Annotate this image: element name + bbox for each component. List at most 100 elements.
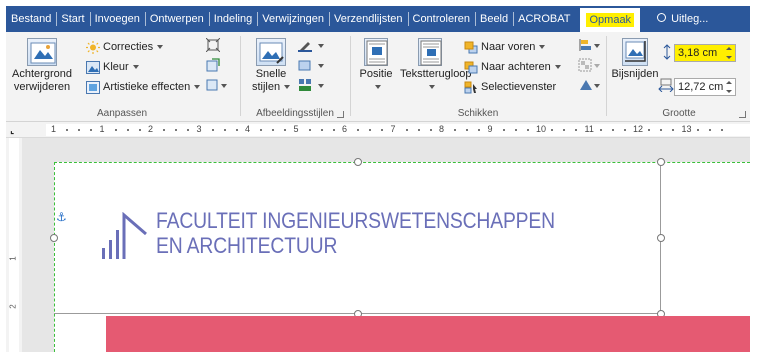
vertical-ruler-number: 1 (8, 256, 18, 261)
group-label-schikken: Schikken (457, 108, 499, 119)
ruler-tick (466, 129, 469, 131)
ruler-tick (114, 129, 117, 131)
ruler-tick (454, 129, 457, 131)
width-spinner-icon[interactable] (725, 80, 734, 94)
shape-width-input[interactable]: 12,72 cm (674, 78, 736, 96)
horizontal-ruler[interactable]: ⌞ 1 1 2 3 4 5 6 7 8 9 10 11 12 13 (6, 122, 750, 138)
quick-styles-label-2-text: stijlen (251, 81, 281, 93)
ruler-number: 13 (681, 124, 692, 134)
send-backward-button[interactable]: Naar achteren (464, 58, 561, 76)
ruler-tick (235, 129, 238, 131)
ruler-number: 9 (487, 124, 493, 134)
tab-acrobat[interactable]: ACROBAT (513, 6, 574, 32)
rotate-icon[interactable] (578, 78, 602, 95)
ruler-tick (551, 129, 554, 131)
resize-handle-left[interactable] (50, 234, 58, 242)
change-picture-icon[interactable] (206, 58, 220, 75)
ruler-tick (526, 129, 529, 131)
tab-invoegen[interactable]: Invoegen (89, 6, 145, 32)
tab-controleren[interactable]: Controleren (407, 6, 475, 32)
ruler-tick (272, 129, 275, 131)
resize-handle-top[interactable] (354, 158, 362, 166)
ruler-tick (514, 129, 517, 131)
group-label-grootte: Grootte (662, 108, 696, 119)
color-button[interactable]: Kleur (86, 58, 139, 76)
wrap-text-button[interactable]: Tekstterugloop (400, 38, 472, 94)
tab-verwijzingen[interactable]: Verwijzingen (257, 6, 329, 32)
picture-border-icon[interactable] (298, 38, 328, 55)
ruler-tick (478, 129, 481, 131)
ruler-tick (575, 129, 578, 131)
remove-background-icon (27, 38, 57, 66)
ruler-tick (599, 129, 602, 131)
sun-icon (86, 40, 100, 54)
group-objects-icon[interactable] (578, 58, 602, 75)
quick-styles-button[interactable]: Snelle stijlen (248, 38, 294, 94)
corrections-button[interactable]: Correcties (86, 38, 164, 56)
tab-bestand[interactable]: Bestand (6, 6, 56, 32)
ruler-tick (381, 129, 384, 131)
tab-beeld[interactable]: Beeld (474, 6, 513, 32)
tab-ontwerpen[interactable]: Ontwerpen (144, 6, 209, 32)
chevron-down-icon (429, 85, 435, 90)
tab-indeling[interactable]: Indeling (208, 6, 258, 32)
resize-handle-right[interactable] (657, 234, 665, 242)
ruler-tick (696, 129, 699, 131)
group-divider (240, 36, 241, 116)
position-button[interactable]: Positie (354, 38, 398, 94)
wrap-text-icon (418, 38, 442, 66)
document-canvas: ⚓ FACULTEIT INGENIEURSWETENSCHAPPEN EN A… (22, 138, 750, 352)
tab-opmaak[interactable]: Opmaak (580, 8, 641, 32)
artistic-effects-button[interactable]: Artistieke effecten (86, 78, 201, 96)
lightbulb-icon (657, 13, 667, 22)
picture-layout-icon[interactable] (298, 78, 328, 95)
shape-height-input[interactable]: 3,18 cm (674, 44, 736, 62)
ruler-tick (211, 129, 214, 131)
tell-me-box[interactable]: Uitleg... (652, 6, 713, 32)
logo-line-1: FACULTEIT INGENIEURSWETENSCHAPPEN (156, 208, 555, 233)
group-schikken: Positie Tekstterugloop Naar voren Naar a… (352, 32, 604, 122)
crop-button[interactable]: Bijsnijden (610, 38, 660, 81)
picture-effects-icon[interactable] (298, 58, 328, 75)
height-spinner-icon[interactable] (725, 46, 734, 60)
tab-start[interactable]: Start (56, 6, 89, 32)
chevron-down-icon (157, 45, 164, 49)
pink-banner[interactable] (106, 316, 750, 352)
group-grootte: Bijsnijden 3,18 cm 12,72 cm Grootte (608, 32, 750, 122)
ruler-tick (223, 129, 226, 131)
chevron-down-icon (375, 85, 381, 90)
selection-pane-icon (464, 81, 478, 94)
vertical-ruler[interactable]: 1 2 (6, 138, 22, 352)
chevron-down-icon (539, 45, 546, 49)
bring-forward-button[interactable]: Naar voren (464, 38, 546, 56)
bring-forward-label: Naar voren (481, 41, 536, 53)
align-icon[interactable] (578, 38, 602, 55)
ruler-tick (672, 129, 675, 131)
shape-width-value: 12,72 cm (678, 81, 724, 93)
tab-opmaak-label: Opmaak (586, 13, 635, 27)
ruler-tick (138, 129, 141, 131)
logo-line-2: EN ARCHITECTUUR (156, 233, 338, 258)
resize-handle-top-right[interactable] (657, 158, 665, 166)
ruler-tick (187, 129, 190, 131)
ruler-tick (502, 129, 505, 131)
ruler-tick (623, 129, 626, 131)
selection-pane-label: Selectievenster (481, 81, 557, 93)
ribbon-tab-bar: Bestand Start Invoegen Ontwerpen Indelin… (6, 6, 750, 32)
anchor-icon[interactable]: ⚓ (56, 210, 67, 224)
ruler-tick (660, 129, 663, 131)
dialog-launcher-icon[interactable] (739, 111, 746, 118)
compress-pictures-icon[interactable] (205, 37, 221, 55)
selection-pane-button[interactable]: Selectievenster (464, 78, 556, 96)
document-page[interactable]: ⚓ FACULTEIT INGENIEURSWETENSCHAPPEN EN A… (50, 158, 750, 352)
dialog-launcher-icon[interactable] (337, 111, 344, 118)
reset-picture-icon[interactable] (206, 78, 230, 95)
tab-verzendlijsten[interactable]: Verzendlijsten (329, 6, 408, 32)
color-label: Kleur (103, 61, 129, 73)
ruler-tick (175, 129, 178, 131)
quick-styles-label-1: Snelle (255, 68, 287, 80)
remove-background-button[interactable]: Achtergrond verwijderen (10, 38, 74, 94)
tab-selector-icon[interactable]: ⌞ (10, 125, 20, 135)
ruler-number: 11 (584, 124, 594, 134)
bring-forward-icon (464, 41, 478, 54)
